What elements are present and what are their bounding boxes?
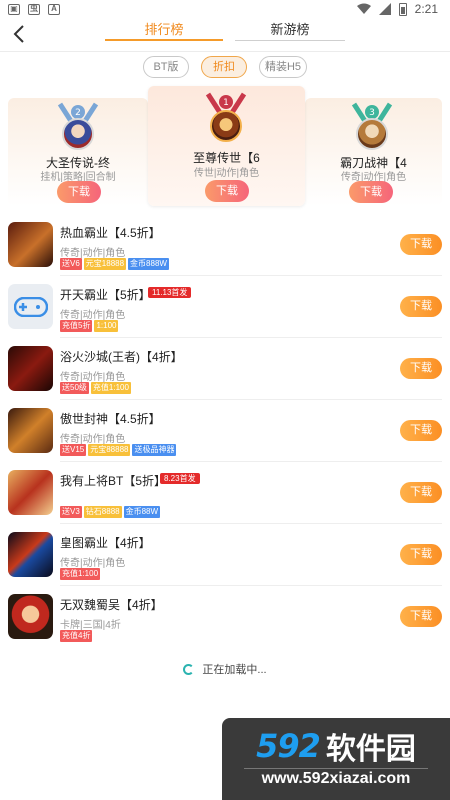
wifi-icon [356,3,371,14]
download-button[interactable]: 下载 [400,482,442,503]
tag: 1:100 [94,320,119,332]
a-notification-icon: A [48,3,60,15]
tag-list: 充值1:100 [60,568,101,580]
list-item[interactable]: 开天霸业【5折】 11.13首发 传奇|动作|角色 充值5折 1:100 下载 [0,276,450,338]
tab-new-games[interactable]: 新游榜 [235,18,345,52]
download-button[interactable]: 下载 [400,606,442,627]
tag: 元宝88888 [88,444,131,456]
download-button[interactable]: 下载 [400,544,442,565]
battery-icon [398,2,407,16]
download-button[interactable]: 下载 [400,358,442,379]
game-category: 传奇|动作|角色 [60,434,126,445]
game-icon[interactable] [8,470,53,515]
download-button[interactable]: 下载 [400,420,442,441]
list-item[interactable]: 皇图霸业【4折】 传奇|动作|角色 充值1:100 下载 [0,524,450,586]
tag: 元宝18888 [83,258,127,270]
podium-third-avatar[interactable] [356,118,388,150]
list-item[interactable]: 热血霸业【4.5折】 传奇|动作|角色 送V6 元宝18888 金币888W 下… [0,214,450,276]
signal-icon [378,3,391,15]
podium-second-avatar[interactable] [62,118,94,150]
svg-text:1: 1 [223,98,229,108]
podium-third-download-button[interactable]: 下载 [349,181,393,203]
loading-text: 正在加载中... [202,664,267,676]
watermark-logo-text: 软件园 [325,733,416,766]
game-category: 传奇|动作|角色 [60,372,126,383]
podium-first-category: 传世|动作|角色 [193,168,260,179]
tag: 送极品神器 [132,444,177,456]
game-icon[interactable] [8,532,53,577]
tag-list: 送V3 钻石8888 金币88W [60,506,161,518]
back-button[interactable] [8,22,30,46]
filter-bt[interactable]: BT版 [143,56,189,78]
gamepad-icon[interactable] [8,284,53,329]
svg-text:3: 3 [369,108,375,118]
tag-list: 送V15 元宝88888 送极品神器 [60,444,177,456]
spinner-icon [183,663,195,675]
podium-first-avatar[interactable] [210,110,242,142]
tag-list: 充值4折 [60,630,93,642]
header: 排行榜 新游榜 [0,18,450,52]
watermark-url: www.592xiazai.com [261,770,411,787]
release-badge: 11.13首发 [148,287,192,298]
filter-discount[interactable]: 折扣 [201,56,247,78]
tag: 送V15 [60,444,87,456]
game-title: 浴火沙城(王者)【4折】 [60,350,183,364]
tag: 钻石8888 [83,506,122,518]
list-item[interactable]: 浴火沙城(王者)【4折】 传奇|动作|角色 送50级 充值1:100 下载 [0,338,450,400]
loading-indicator: 正在加载中... [0,659,450,679]
filter-bar: BT版 折扣 精装H5 [0,56,450,80]
filter-h5[interactable]: 精装H5 [259,56,307,78]
game-icon[interactable] [8,594,53,639]
download-button[interactable]: 下载 [400,234,442,255]
game-title: 无双魏蜀吴【4折】 [60,598,163,612]
site-watermark: 592 软件园 www.592xiazai.com [222,718,450,800]
game-category: 传奇|动作|角色 [60,558,126,569]
watermark-logo-number: 592 [256,727,321,765]
game-category: 传奇|动作|角色 [60,310,126,321]
game-title: 皇图霸业【4折】 [60,536,151,550]
tag: 送V6 [60,258,82,270]
game-icon[interactable] [8,222,53,267]
svg-text:2: 2 [75,108,81,118]
tag: 金币88W [123,506,161,518]
list-item[interactable]: 无双魏蜀吴【4折】 卡牌|三国|4折 充值4折 下载 [0,586,450,648]
watermark-divider [244,768,428,769]
list-item[interactable]: 我有上将BT【5折】 8.23首发 送V3 钻石8888 金币88W 下载 [0,462,450,524]
game-icon[interactable] [8,408,53,453]
app-notification-icon: 虫 [28,3,40,15]
list-item[interactable]: 傲世封神【4.5折】 传奇|动作|角色 送V15 元宝88888 送极品神器 下… [0,400,450,462]
tag-list: 送50级 充值1:100 [60,382,131,394]
tag: 充值4折 [60,630,93,642]
tag: 金币888W [128,258,169,270]
tag: 充值5折 [60,320,93,332]
tag: 充值1:100 [90,382,131,394]
release-badge: 8.23首发 [160,473,200,484]
game-title: 傲世封神【4.5折】 [60,412,161,426]
status-bar: ▣ 虫 A 2:21 [0,0,450,18]
game-title: 热血霸业【4.5折】 [60,226,161,240]
status-time: 2:21 [414,2,438,16]
podium-second-download-button[interactable]: 下载 [57,181,101,203]
podium-first-download-button[interactable]: 下载 [205,180,249,202]
header-divider [0,51,450,52]
tag: 送50级 [60,382,89,394]
game-title: 我有上将BT【5折】 [60,474,167,488]
tab-ranking[interactable]: 排行榜 [105,18,223,52]
game-category: 卡牌|三国|4折 [60,620,121,631]
download-button[interactable]: 下载 [400,296,442,317]
tag-list: 送V6 元宝18888 金币888W [60,258,169,270]
image-notification-icon: ▣ [8,3,20,15]
game-category: 传奇|动作|角色 [60,248,126,259]
back-arrow-icon [13,25,24,43]
game-icon[interactable] [8,346,53,391]
tag: 充值1:100 [60,568,101,580]
game-title: 开天霸业【5折】 [60,288,151,302]
tag-list: 充值5折 1:100 [60,320,119,332]
top-three-podium: 2 大圣传说-终 挂机|策略|回合制 下载 1 至尊传世【6 传世|动作|角色 … [8,86,442,208]
tag: 送V3 [60,506,82,518]
